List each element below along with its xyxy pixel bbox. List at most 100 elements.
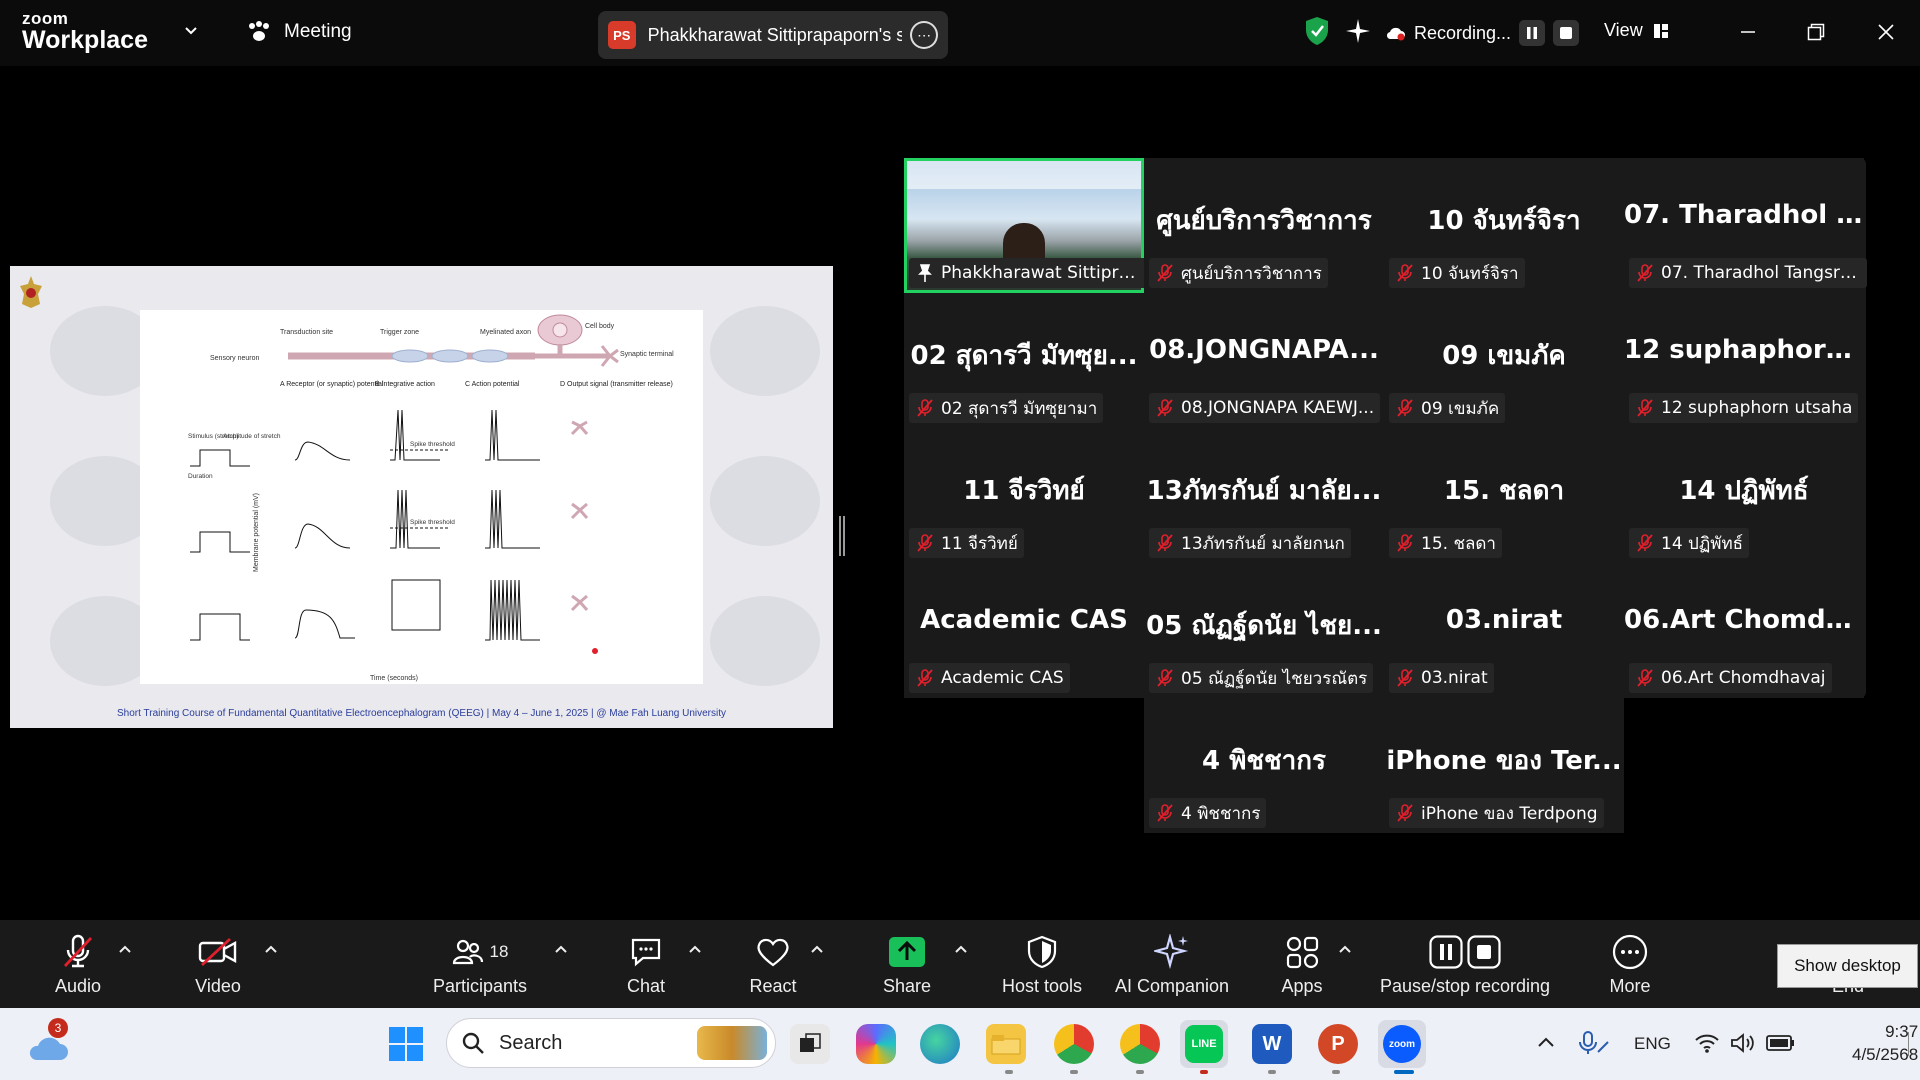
- svg-text:Time (seconds): Time (seconds): [370, 675, 418, 682]
- meeting-label: Meeting: [284, 21, 352, 42]
- line-app-icon: LINE: [1185, 1025, 1223, 1063]
- participant-tile[interactable]: 02 สุดารวี มัทซุย... 02 สุดารวี มัทซุยามา: [904, 293, 1144, 428]
- participants-count: 18: [489, 942, 509, 961]
- chat-button[interactable]: Chat: [612, 932, 680, 997]
- security-shield-icon[interactable]: [1304, 16, 1330, 46]
- task-view-button[interactable]: [790, 1024, 830, 1064]
- svg-text:Spike threshold: Spike threshold: [410, 519, 455, 526]
- taskbar-search-box[interactable]: Search: [446, 1018, 776, 1068]
- view-menu[interactable]: View: [1604, 20, 1669, 41]
- pen-input-icon[interactable]: [1578, 1030, 1610, 1056]
- participant-tile[interactable]: 14 ปฏิพัทธ์ 14 ปฏิพัทธ์: [1624, 428, 1864, 563]
- windows-start-icon[interactable]: [388, 1026, 424, 1062]
- host-tools-label: Host tools: [1001, 976, 1083, 996]
- participant-tile[interactable]: 15. ชลดา 15. ชลดา: [1384, 428, 1624, 563]
- apps-button[interactable]: Apps: [1264, 932, 1340, 997]
- folder-icon: [991, 1035, 1021, 1055]
- participant-tile[interactable]: 03.nirat 03.nirat: [1384, 563, 1624, 698]
- input-language-indicator[interactable]: ENG: [1634, 1034, 1671, 1054]
- video-options-caret-icon[interactable]: [264, 944, 278, 954]
- share-label: Share: [882, 976, 932, 996]
- share-screen-icon: [889, 937, 925, 967]
- zoom-app-button[interactable]: zoom: [1378, 1020, 1426, 1068]
- show-desktop-edge[interactable]: [1908, 1032, 1909, 1056]
- battery-charging-icon[interactable]: [1766, 1034, 1796, 1052]
- microphone-muted-icon: [1157, 804, 1173, 822]
- microphone-muted-icon: [1397, 264, 1413, 282]
- participant-tile[interactable]: 09 เขมภัค 09 เขมภัค: [1384, 293, 1624, 428]
- file-explorer-icon[interactable]: [986, 1024, 1026, 1064]
- pause-stop-recording-button[interactable]: Pause/stop recording: [1372, 932, 1558, 997]
- participant-tile[interactable]: 12 suphaphorn... 12 suphaphorn utsaha: [1624, 293, 1864, 428]
- zoom-workplace-logo[interactable]: zoom Workplace: [22, 10, 148, 53]
- svg-text:Cell body: Cell body: [585, 323, 615, 330]
- participant-tile[interactable]: 4 พิชชากร 4 พิชชากร: [1144, 698, 1384, 833]
- word-app-icon[interactable]: W: [1252, 1024, 1292, 1064]
- powerpoint-app-icon[interactable]: P: [1318, 1024, 1358, 1064]
- participants-button[interactable]: 18 Participants: [430, 932, 530, 997]
- chevron-down-icon[interactable]: [184, 24, 198, 38]
- minimize-button[interactable]: [1734, 18, 1762, 46]
- shared-screen-indicator[interactable]: PS Phakkharawat Sittiprapaporn's sc ⋯: [598, 11, 948, 59]
- ai-companion-button[interactable]: AI Companion: [1110, 932, 1234, 997]
- audio-options-caret-icon[interactable]: [118, 944, 132, 954]
- line-app-button[interactable]: LINE: [1180, 1020, 1228, 1068]
- participant-tile[interactable]: 10 จันทร์จิรา 10 จันทร์จิรา: [1384, 158, 1624, 293]
- more-icon: [1612, 934, 1648, 970]
- stop-recording-button[interactable]: [1553, 20, 1580, 46]
- apps-options-caret-icon[interactable]: [1338, 944, 1352, 954]
- pause-icon: [1527, 27, 1538, 39]
- participant-tile[interactable]: 06.Art Chomdh... 06.Art Chomdhavaj: [1624, 563, 1864, 698]
- participant-tile[interactable]: 08.JONGNAPA... 08.JONGNAPA KAEWJ...: [1144, 293, 1384, 428]
- participant-tile[interactable]: 07. Tharadhol T... 07. Tharadhol Tangsrit…: [1624, 158, 1867, 293]
- participant-tile[interactable]: 13ภัทรกันย์ มาลัย... 13ภัทรกันย์ มาลัยกนก: [1144, 428, 1384, 563]
- restore-button[interactable]: [1802, 18, 1830, 46]
- search-highlight-image: [697, 1026, 767, 1060]
- participant-name-tag: 15. ชลดา: [1389, 528, 1502, 558]
- video-label: Video: [195, 976, 241, 996]
- wifi-icon[interactable]: [1694, 1032, 1720, 1054]
- resize-splitter-handle[interactable]: [839, 516, 845, 556]
- more-options-icon[interactable]: ⋯: [910, 21, 938, 49]
- audio-button[interactable]: Audio: [40, 932, 116, 997]
- participants-icon: [452, 939, 483, 965]
- share-button[interactable]: Share: [872, 932, 942, 997]
- volume-icon[interactable]: [1730, 1032, 1756, 1054]
- copilot-app-icon[interactable]: [856, 1024, 896, 1064]
- video-button[interactable]: Video: [180, 932, 256, 997]
- participant-display-name: 09 เขมภัค: [1442, 341, 1566, 371]
- participant-tile[interactable]: Academic CAS Academic CAS: [904, 563, 1144, 698]
- participant-name-label: 14 ปฏิพัทธ์: [1661, 533, 1744, 554]
- chrome-profile-1-icon[interactable]: [1054, 1024, 1094, 1064]
- active-speaker-tile[interactable]: Phakkharawat Sittipra...: [904, 158, 1144, 293]
- more-button[interactable]: More: [1594, 932, 1666, 997]
- pause-recording-button[interactable]: [1519, 20, 1546, 46]
- react-options-caret-icon[interactable]: [810, 944, 824, 954]
- participants-options-caret-icon[interactable]: [554, 944, 568, 954]
- chrome-profile-2-icon[interactable]: [1120, 1024, 1160, 1064]
- participant-name-tag: 09 เขมภัค: [1389, 393, 1506, 423]
- participant-tile[interactable]: iPhone ของ Ter... iPhone ของ Terdpong: [1384, 698, 1624, 833]
- chat-options-caret-icon[interactable]: [688, 944, 702, 954]
- svg-text:Myelinated axon: Myelinated axon: [480, 329, 531, 336]
- participant-name-tag: 07. Tharadhol Tangsrit...: [1629, 258, 1867, 288]
- share-options-caret-icon[interactable]: [954, 944, 968, 954]
- participants-label: Participants: [432, 976, 528, 996]
- show-hidden-icons-chevron[interactable]: [1536, 1034, 1556, 1050]
- participant-display-name: iPhone ของ Ter...: [1386, 746, 1622, 776]
- close-button[interactable]: [1872, 18, 1900, 46]
- participant-name-label: 08.JONGNAPA KAEWJ...: [1181, 398, 1375, 418]
- participant-tile[interactable]: 11 จีรวิทย์ 11 จีรวิทย์: [904, 428, 1144, 563]
- svg-text:Synaptic terminal: Synaptic terminal: [620, 351, 674, 358]
- participant-name-tag: 10 จันทร์จิรา: [1389, 258, 1525, 288]
- react-button[interactable]: React: [738, 932, 808, 997]
- participant-tile[interactable]: ศูนย์บริการวิชาการ ศูนย์บริการวิชาการ: [1144, 158, 1384, 293]
- ai-sparkle-icon[interactable]: [1345, 18, 1371, 44]
- edge-browser-icon[interactable]: [920, 1024, 960, 1064]
- host-tools-button[interactable]: Host tools: [992, 932, 1092, 997]
- task-view-icon: [800, 1033, 821, 1052]
- microphone-muted-icon: [1637, 399, 1653, 417]
- participant-name-label: 4 พิชชากร: [1181, 803, 1261, 824]
- participant-tile[interactable]: 05 ณัฏฐ์ดนัย ไชย... 05 ณัฏฐ์ดนัย ไชยวรณัต…: [1144, 563, 1384, 698]
- meeting-menu[interactable]: Meeting: [246, 20, 352, 44]
